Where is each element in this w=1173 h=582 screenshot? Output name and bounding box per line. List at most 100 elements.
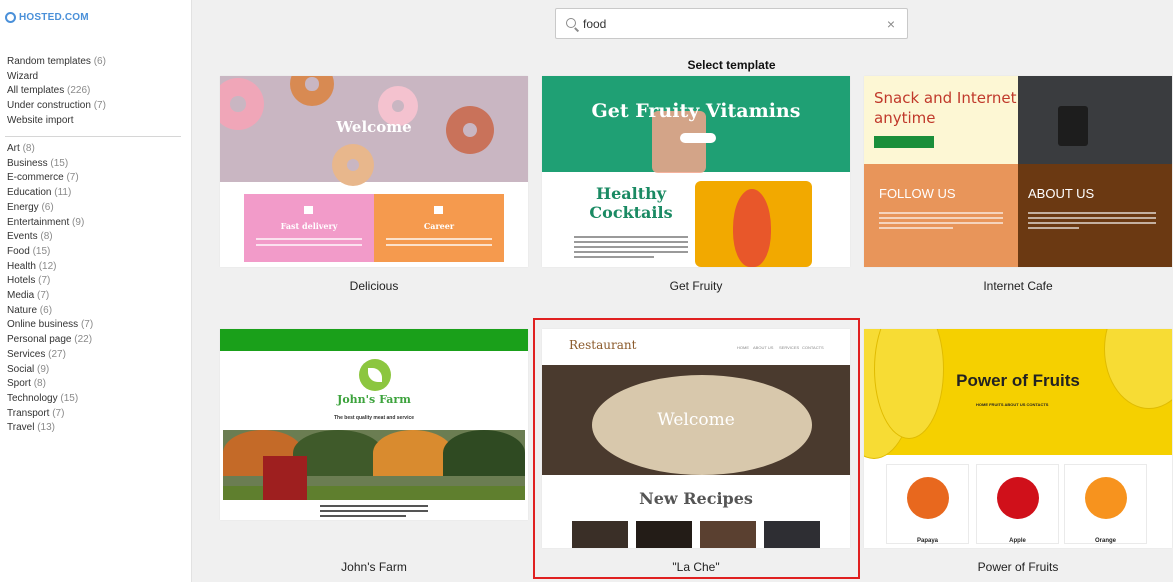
template-name-johns-farm[interactable]: John's Farm bbox=[220, 560, 528, 574]
template-name-internet-cafe[interactable]: Internet Cafe bbox=[864, 279, 1172, 293]
category-item-energy[interactable]: Energy (6) bbox=[7, 201, 93, 216]
preview-subtitle-line: Cocktails bbox=[589, 203, 673, 222]
template-name-delicious[interactable]: Delicious bbox=[220, 279, 528, 293]
preview-fruit-label: Papaya bbox=[916, 538, 938, 544]
tree-image bbox=[443, 430, 525, 476]
menu-item-label: Food bbox=[7, 245, 30, 257]
banana-image bbox=[1104, 329, 1172, 409]
sidebar-menu-primary: Random templates (6) Wizard All templates … bbox=[7, 55, 106, 129]
category-item-sport[interactable]: Sport (8) bbox=[7, 377, 93, 392]
preview-text-line bbox=[256, 244, 362, 246]
preview-paragraph bbox=[574, 236, 688, 261]
sidebar-item-under-construction[interactable]: Under construction (7) bbox=[7, 99, 106, 114]
menu-item-count: (7) bbox=[38, 275, 51, 287]
apple-icon bbox=[997, 477, 1039, 519]
preview-text-line bbox=[386, 238, 492, 240]
category-item-technology[interactable]: Technology (15) bbox=[7, 392, 93, 407]
menu-item-label: Sport bbox=[7, 378, 31, 390]
preview-title: Snack and Internet anytime bbox=[874, 88, 1016, 128]
menu-item-count: (8) bbox=[33, 378, 46, 390]
template-preview-image: Power of Fruits HOME FRUITS ABOUT US CON… bbox=[864, 329, 1172, 459]
category-item-online-business[interactable]: Online business (7) bbox=[7, 318, 93, 333]
menu-item-count: (15) bbox=[60, 392, 79, 404]
preview-fruit-card: Papaya bbox=[886, 464, 969, 544]
close-icon[interactable]: × bbox=[887, 16, 895, 32]
preview-button bbox=[680, 133, 716, 143]
preview-fruit-card: Apple bbox=[976, 464, 1059, 544]
donut-image bbox=[332, 144, 374, 186]
category-item-transport[interactable]: Transport (7) bbox=[7, 407, 93, 422]
mug-image bbox=[1058, 106, 1088, 146]
template-name-power-of-fruits[interactable]: Power of Fruits bbox=[864, 560, 1172, 574]
category-item-e-commerce[interactable]: E-commerce (7) bbox=[7, 171, 93, 186]
preview-button bbox=[874, 136, 934, 148]
category-item-events[interactable]: Events (8) bbox=[7, 230, 93, 245]
sidebar-categories: Art (8) Business (15) E-commerce (7) Educat… bbox=[7, 142, 93, 436]
template-name-la-che[interactable]: "La Che" bbox=[542, 560, 850, 574]
menu-item-label: Random templates bbox=[7, 56, 91, 67]
sidebar-item-website-import[interactable]: Website import bbox=[7, 114, 106, 129]
menu-item-label: Events bbox=[7, 231, 38, 243]
template-card-power-of-fruits[interactable]: Power of Fruits HOME FRUITS ABOUT US CON… bbox=[864, 329, 1172, 548]
menu-item-label: Technology bbox=[7, 392, 58, 404]
template-card-get-fruity[interactable]: Get Fruity Vitamins Healthy Cocktails bbox=[542, 76, 850, 267]
menu-item-label: Website import bbox=[7, 114, 74, 126]
preview-box-title: Fast delivery bbox=[280, 221, 338, 231]
template-name-get-fruity[interactable]: Get Fruity bbox=[542, 279, 850, 293]
menu-item-count: (7) bbox=[66, 172, 79, 184]
category-item-personal-page[interactable]: Personal page (22) bbox=[7, 333, 93, 348]
preview-fruit-label: Orange bbox=[1094, 538, 1116, 544]
preview-navbar bbox=[220, 329, 528, 351]
search-input[interactable] bbox=[583, 14, 873, 34]
template-card-internet-cafe[interactable]: Snack and Internet anytime FOLLOW US ABO… bbox=[864, 76, 1172, 267]
papaya-icon bbox=[907, 477, 949, 519]
donut-image bbox=[290, 76, 334, 106]
preview-title: John's Farm bbox=[337, 393, 411, 406]
category-item-travel[interactable]: Travel (13) bbox=[7, 421, 93, 436]
menu-item-label: Online business bbox=[7, 319, 79, 331]
home-icon bbox=[304, 206, 313, 214]
category-item-education[interactable]: Education (11) bbox=[7, 186, 93, 201]
menu-item-count: (27) bbox=[48, 348, 66, 360]
category-item-entertainment[interactable]: Entertainment (9) bbox=[7, 216, 93, 231]
category-item-social[interactable]: Social (9) bbox=[7, 363, 93, 378]
menu-item-count: (7) bbox=[37, 290, 50, 302]
menu-item-label: Health bbox=[7, 260, 36, 272]
search-icon bbox=[566, 18, 576, 28]
barn-image bbox=[263, 456, 307, 500]
template-card-johns-farm[interactable]: John's Farm The best quality meat and se… bbox=[220, 329, 528, 520]
template-card-delicious[interactable]: Welcome Fast delivery Career bbox=[220, 76, 528, 267]
category-item-business[interactable]: Business (15) bbox=[7, 157, 93, 172]
hosted-logo-icon bbox=[5, 12, 16, 23]
category-item-art[interactable]: Art (8) bbox=[7, 142, 93, 157]
preview-subtitle: The best quality meat and service bbox=[333, 415, 415, 421]
category-item-services[interactable]: Services (27) bbox=[7, 348, 93, 363]
menu-item-count: (12) bbox=[38, 260, 57, 272]
category-item-hotels[interactable]: Hotels (7) bbox=[7, 274, 93, 289]
preview-subtitle-line: Healthy bbox=[595, 184, 667, 203]
sidebar-item-random-templates[interactable]: Random templates (6) bbox=[7, 55, 106, 70]
sidebar-item-all-templates[interactable]: All templates (226) bbox=[7, 84, 106, 99]
leaf-icon bbox=[359, 359, 391, 391]
preview-about-heading: ABOUT US bbox=[1028, 186, 1095, 201]
category-item-health[interactable]: Health (12) bbox=[7, 260, 93, 275]
preview-subtitle: Healthy Cocktails bbox=[566, 184, 696, 222]
farm-photo-image bbox=[223, 430, 525, 500]
menu-item-label: E-commerce bbox=[7, 172, 64, 184]
preview-text-line bbox=[256, 238, 362, 240]
category-item-media[interactable]: Media (7) bbox=[7, 289, 93, 304]
menu-item-count: (7) bbox=[80, 319, 94, 331]
logo[interactable]: HOSTED.COM bbox=[5, 12, 89, 23]
selected-template-highlight bbox=[533, 318, 860, 579]
search-box[interactable]: × bbox=[555, 8, 908, 39]
sidebar: HOSTED.COM Random templates (6) Wizard All… bbox=[0, 0, 192, 582]
category-item-nature[interactable]: Nature (6) bbox=[7, 304, 93, 319]
preview-title-line: anytime bbox=[874, 109, 936, 127]
category-item-food[interactable]: Food (15) bbox=[7, 245, 93, 260]
sidebar-item-wizard[interactable]: Wizard bbox=[7, 70, 106, 85]
menu-item-count: (9) bbox=[72, 216, 85, 228]
menu-item-label: Transport bbox=[7, 407, 50, 419]
menu-item-count: (9) bbox=[37, 363, 50, 375]
menu-item-count: (7) bbox=[93, 100, 106, 112]
preview-fruit-card: Orange bbox=[1064, 464, 1147, 544]
